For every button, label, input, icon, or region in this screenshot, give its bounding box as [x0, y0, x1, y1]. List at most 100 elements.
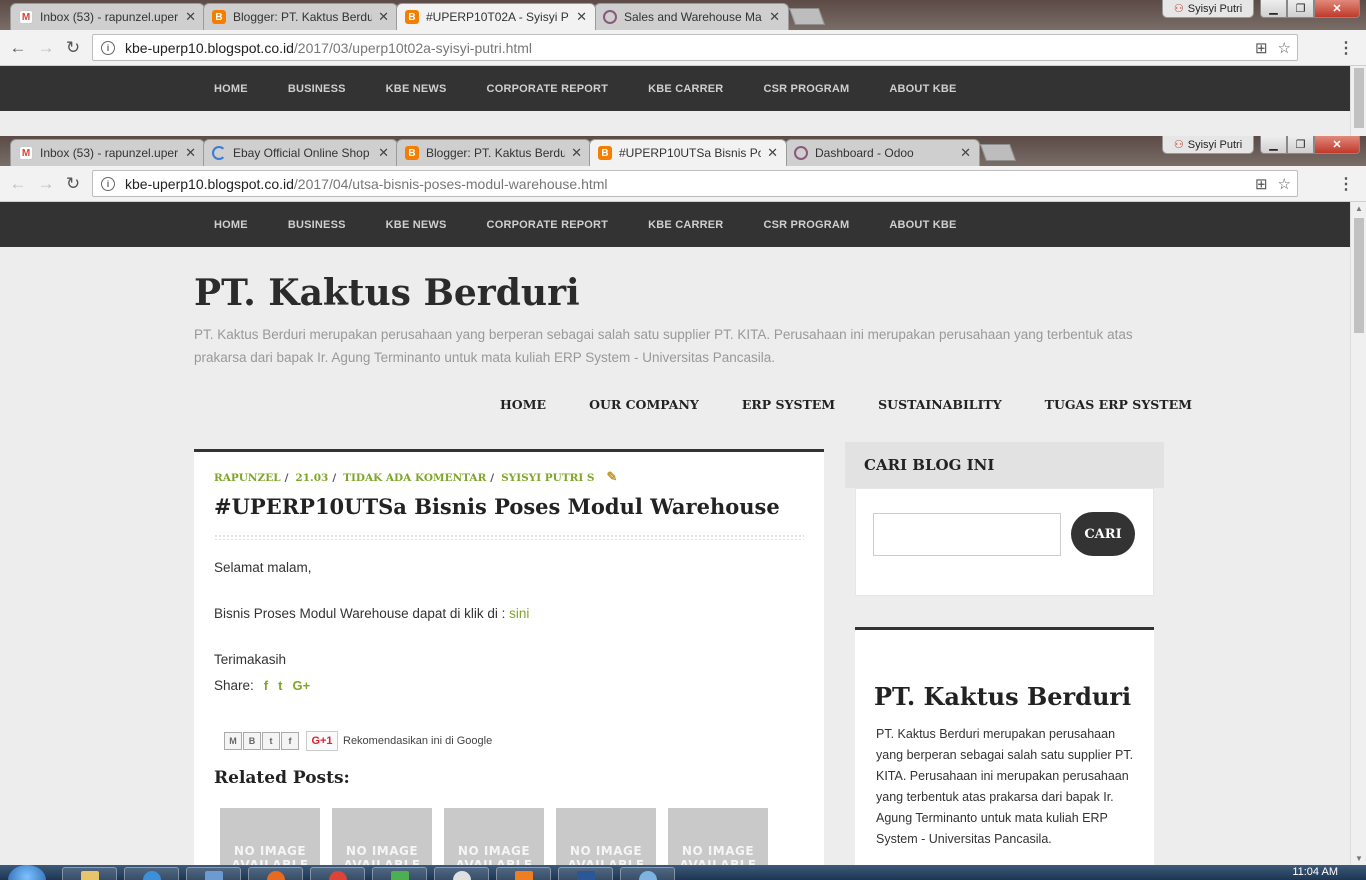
topnav-business[interactable]: BUSINESS — [288, 219, 346, 231]
window2-tab-3[interactable]: B Blogger: PT. Kaktus Berdu ✕ — [396, 139, 591, 166]
topnav-kbe-carrer[interactable]: KBE CARRER — [648, 219, 723, 231]
chrome-menu-icon[interactable]: ⋮ — [1338, 174, 1354, 194]
window1-tab-4[interactable]: Sales and Warehouse Ma ✕ — [594, 3, 789, 30]
window2-tab-5[interactable]: Dashboard - Odoo ✕ — [785, 139, 980, 166]
close-tab-icon[interactable]: ✕ — [960, 145, 971, 161]
mainnav-erp-system[interactable]: ERP SYSTEM — [742, 397, 835, 412]
forward-icon[interactable]: → — [36, 174, 56, 194]
word-icon[interactable] — [558, 867, 613, 880]
maximize-icon[interactable]: ❐ — [1287, 136, 1314, 154]
topnav-kbe-news[interactable]: KBE NEWS — [386, 83, 447, 95]
facebook-icon[interactable]: f — [264, 678, 268, 693]
window1-tab-2[interactable]: B Blogger: PT. Kaktus Berdu ✕ — [203, 3, 398, 30]
blogthis-icon[interactable]: B — [243, 732, 261, 750]
close-window-icon[interactable]: ✕ — [1314, 0, 1360, 18]
topnav-home[interactable]: HOME — [214, 219, 248, 231]
window2-tab-2[interactable]: Ebay Official Online Shop ✕ — [203, 139, 398, 166]
maximize-icon[interactable]: ❐ — [1287, 0, 1314, 18]
new-tab-button[interactable] — [788, 8, 826, 25]
scroll-up-icon[interactable]: ▲ — [1351, 204, 1366, 213]
profile-badge[interactable]: ⚇ Syisyi Putri — [1162, 136, 1254, 154]
info-icon[interactable]: i — [101, 176, 115, 191]
topnav-about-kbe[interactable]: ABOUT KBE — [889, 219, 956, 231]
twitter-icon[interactable]: t — [278, 678, 282, 693]
topnav-csr-program[interactable]: CSR PROGRAM — [763, 219, 849, 231]
reload-icon[interactable]: ↻ — [63, 38, 83, 58]
explorer-icon[interactable] — [62, 867, 117, 880]
translate-icon[interactable]: ⊞ — [1255, 175, 1268, 193]
minimize-icon[interactable]: ▁ — [1260, 136, 1287, 154]
close-tab-icon[interactable]: ✕ — [185, 145, 196, 161]
new-tab-button[interactable] — [979, 144, 1017, 161]
post-link[interactable]: sini — [509, 606, 529, 621]
window2-tab-1[interactable]: M Inbox (53) - rapunzel.uper ✕ — [10, 139, 205, 166]
ie-icon[interactable] — [124, 867, 179, 880]
minimize-icon[interactable]: ▁ — [1260, 0, 1287, 18]
topnav-corporate-report[interactable]: CORPORATE REPORT — [487, 219, 609, 231]
firefox-icon[interactable] — [248, 867, 303, 880]
edit-pencil-icon[interactable]: ✎ — [607, 470, 618, 485]
window1-scrollbar[interactable] — [1350, 66, 1366, 136]
topnav-corporate-report[interactable]: CORPORATE REPORT — [487, 83, 609, 95]
mainnav-tugas-erp-system[interactable]: TUGAS ERP SYSTEM — [1045, 397, 1192, 412]
address-bar[interactable]: i kbe-uperp10.blogspot.co.id/2017/04/uts… — [92, 170, 1298, 197]
browser-icon[interactable] — [434, 867, 489, 880]
address-bar[interactable]: i kbe-uperp10.blogspot.co.id/2017/03/upe… — [92, 34, 1298, 61]
related-post-thumbnail[interactable]: NO IMAGE AVAILABLE — [220, 808, 320, 865]
related-post-thumbnail[interactable]: NO IMAGE AVAILABLE — [556, 808, 656, 865]
google-plus-icon[interactable]: G+ — [292, 678, 310, 693]
maps-icon[interactable] — [372, 867, 427, 880]
related-post-thumbnail[interactable]: NO IMAGE AVAILABLE — [668, 808, 768, 865]
topnav-home[interactable]: HOME — [214, 83, 248, 95]
app-icon[interactable] — [186, 867, 241, 880]
close-tab-icon[interactable]: ✕ — [576, 9, 587, 25]
window1-tab-3[interactable]: B #UPERP10T02A - Syisyi P ✕ — [396, 3, 596, 30]
mainnav-sustainability[interactable]: SUSTAINABILITY — [878, 397, 1002, 412]
close-tab-icon[interactable]: ✕ — [767, 145, 778, 161]
post-author[interactable]: RAPUNZEL — [214, 472, 281, 484]
search-button[interactable]: CARI — [1071, 512, 1135, 556]
related-post-thumbnail[interactable]: NO IMAGE AVAILABLE — [444, 808, 544, 865]
close-tab-icon[interactable]: ✕ — [185, 9, 196, 25]
topnav-kbe-carrer[interactable]: KBE CARRER — [648, 83, 723, 95]
back-icon[interactable]: ← — [8, 38, 28, 58]
facebook-share-icon[interactable]: f — [281, 732, 299, 750]
app-icon[interactable] — [496, 867, 551, 880]
close-window-icon[interactable]: ✕ — [1314, 136, 1360, 154]
back-icon[interactable]: ← — [8, 174, 28, 194]
blog-title[interactable]: PT. Kaktus Berduri — [194, 272, 580, 314]
topnav-kbe-news[interactable]: KBE NEWS — [386, 219, 447, 231]
mainnav-our-company[interactable]: OUR COMPANY — [589, 397, 699, 412]
post-label[interactable]: SYISYI PUTRI S — [501, 472, 594, 484]
topnav-about-kbe[interactable]: ABOUT KBE — [889, 83, 956, 95]
search-input[interactable] — [873, 513, 1061, 556]
scrollbar-thumb[interactable] — [1354, 68, 1364, 128]
bookmark-star-icon[interactable]: ☆ — [1278, 175, 1291, 193]
start-button-icon[interactable] — [8, 865, 46, 880]
topnav-business[interactable]: BUSINESS — [288, 83, 346, 95]
chrome-icon[interactable] — [310, 867, 365, 880]
mainnav-home[interactable]: HOME — [500, 397, 546, 412]
scrollbar-thumb[interactable] — [1354, 218, 1364, 333]
window1-tab-1[interactable]: M Inbox (53) - rapunzel.uper ✕ — [10, 3, 205, 30]
info-icon[interactable]: i — [101, 40, 115, 55]
reload-icon[interactable]: ↻ — [63, 174, 83, 194]
post-time[interactable]: 21.03 — [295, 472, 328, 484]
twitter-share-icon[interactable]: t — [262, 732, 280, 750]
forward-icon[interactable]: → — [36, 38, 56, 58]
close-tab-icon[interactable]: ✕ — [571, 145, 582, 161]
translate-icon[interactable]: ⊞ — [1255, 39, 1268, 57]
bookmark-star-icon[interactable]: ☆ — [1278, 39, 1291, 57]
media-icon[interactable] — [620, 867, 675, 880]
topnav-csr-program[interactable]: CSR PROGRAM — [763, 83, 849, 95]
email-share-icon[interactable]: M — [224, 732, 242, 750]
page-scrollbar[interactable]: ▲ ▼ — [1350, 202, 1366, 865]
scroll-down-icon[interactable]: ▼ — [1351, 854, 1366, 863]
window2-tab-4[interactable]: B #UPERP10UTSa Bisnis Po ✕ — [589, 139, 787, 166]
profile-badge[interactable]: ⚇ Syisyi Putri — [1162, 0, 1254, 18]
chrome-menu-icon[interactable]: ⋮ — [1338, 38, 1354, 58]
taskbar-clock[interactable]: 11:04 AM — [1292, 866, 1338, 878]
related-post-thumbnail[interactable]: NO IMAGE AVAILABLE — [332, 808, 432, 865]
post-comments[interactable]: TIDAK ADA KOMENTAR — [343, 472, 486, 484]
close-tab-icon[interactable]: ✕ — [769, 9, 780, 25]
